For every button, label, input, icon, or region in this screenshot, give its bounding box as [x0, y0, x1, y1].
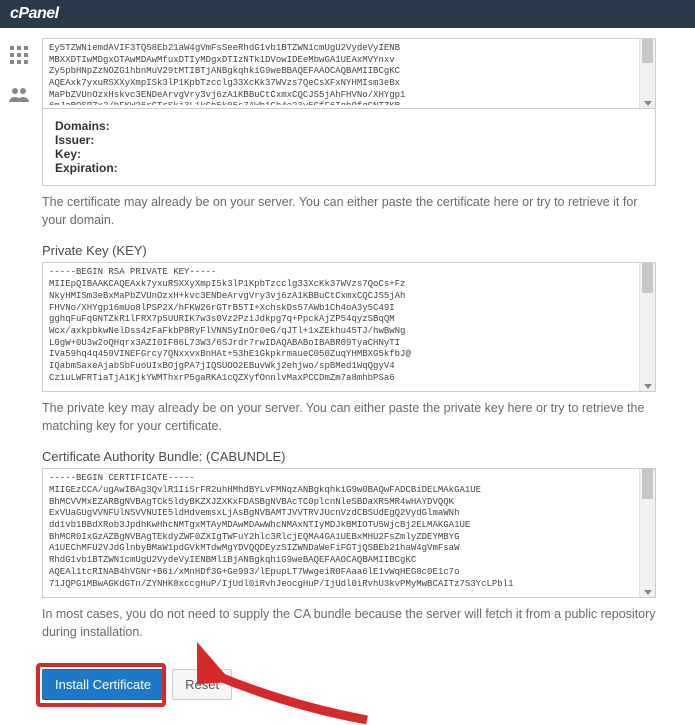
main-content: Domains: Issuer: Key: Expiration: The ce… — [38, 28, 695, 700]
certificate-textarea[interactable] — [43, 39, 639, 105]
certificate-helper-text: The certificate may already be on your s… — [42, 186, 656, 243]
key-label: Key: — [55, 147, 81, 161]
cpanel-logo: cPanel — [10, 5, 59, 23]
certificate-info-box: Domains: Issuer: Key: Expiration: — [42, 109, 656, 186]
install-certificate-button[interactable]: Install Certificate — [42, 669, 164, 700]
private-key-textarea[interactable] — [43, 263, 639, 388]
cabundle-label: Certificate Authority Bundle: (CABUNDLE) — [42, 449, 677, 464]
button-row: Install Certificate Reset — [42, 669, 656, 700]
private-key-field-shell — [42, 262, 656, 392]
cabundle-textarea[interactable] — [43, 469, 639, 594]
issuer-label: Issuer: — [55, 133, 94, 147]
top-bar: cPanel — [0, 0, 695, 28]
certificate-field-shell — [42, 38, 656, 109]
reset-button[interactable]: Reset — [172, 669, 232, 700]
private-key-label: Private Key (KEY) — [42, 243, 677, 258]
domains-label: Domains: — [55, 119, 110, 133]
expiration-label: Expiration: — [55, 161, 118, 175]
side-nav — [0, 28, 38, 700]
scrollbar[interactable] — [639, 469, 655, 597]
private-key-helper-text: The private key may already be on your s… — [42, 392, 656, 449]
cabundle-helper-text: In most cases, you do not need to supply… — [42, 598, 656, 655]
cabundle-field-shell — [42, 468, 656, 598]
scrollbar[interactable] — [639, 39, 655, 108]
scrollbar[interactable] — [639, 263, 655, 391]
users-icon[interactable] — [9, 87, 29, 106]
grid-icon[interactable] — [10, 46, 28, 67]
